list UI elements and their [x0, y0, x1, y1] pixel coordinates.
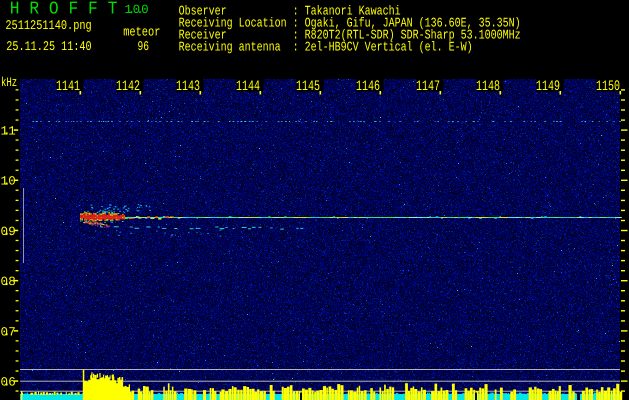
svg-text:0: 0: [133, 3, 141, 17]
svg-text:06: 06: [1, 376, 16, 390]
svg-text:1149: 1149: [536, 79, 560, 95]
svg-text:2511251140.png: 2511251140.png: [5, 18, 91, 33]
svg-text:H R O F F T: H R O F F T: [10, 0, 118, 20]
svg-text:1: 1: [125, 3, 133, 17]
svg-text:1143: 1143: [176, 79, 200, 95]
svg-text:1142: 1142: [116, 79, 140, 95]
svg-text:96: 96: [138, 39, 150, 54]
svg-text:10: 10: [1, 175, 16, 189]
svg-text:1148: 1148: [476, 79, 500, 95]
svg-text:kHz: kHz: [1, 75, 17, 90]
svg-text:09: 09: [1, 225, 16, 239]
svg-text:Receiving antenna : 2el-HB9CV: Receiving antenna : 2el-HB9CV Vertical (…: [179, 39, 473, 54]
svg-text:meteor: meteor: [123, 25, 160, 40]
svg-text:1144: 1144: [236, 79, 260, 95]
svg-text:07: 07: [1, 325, 16, 339]
svg-text:1147: 1147: [416, 79, 440, 95]
svg-text:0: 0: [141, 3, 149, 17]
svg-text:1145: 1145: [296, 79, 320, 95]
svg-text:11: 11: [1, 125, 16, 139]
svg-text:1150: 1150: [596, 79, 620, 95]
svg-text:08: 08: [1, 275, 16, 289]
svg-text:1146: 1146: [356, 79, 380, 95]
svg-text:25.11.25 11:40: 25.11.25 11:40: [6, 39, 91, 54]
svg-text:1141: 1141: [56, 79, 80, 95]
